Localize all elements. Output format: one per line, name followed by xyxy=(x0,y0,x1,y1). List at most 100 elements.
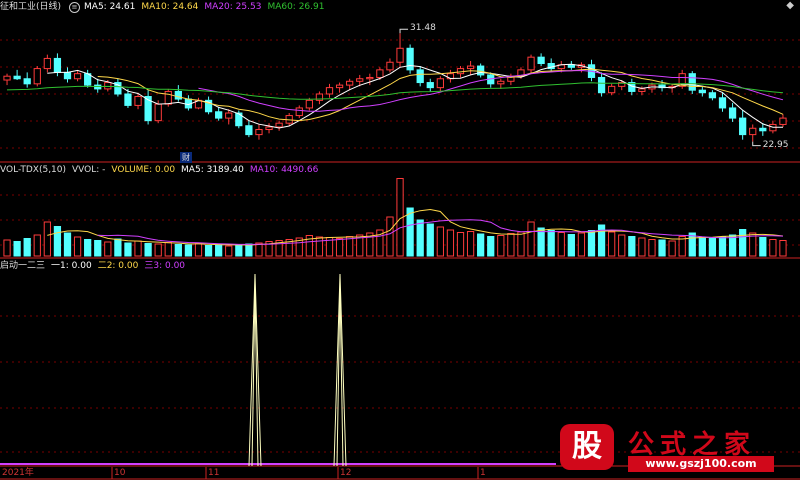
volume-bar xyxy=(134,240,142,257)
candle-body xyxy=(406,47,414,71)
candle-body xyxy=(456,68,465,75)
low-marker xyxy=(752,141,761,147)
volume-bar xyxy=(759,237,767,257)
volume-bar xyxy=(335,238,344,257)
candle-body xyxy=(567,64,575,68)
indicator-one: 一1: 0.00 xyxy=(51,261,92,271)
volume-header: VOL-TDX(5,10) VVOL: - VOLUME: 0.00 MA5: 318… xyxy=(0,163,324,177)
volume-bar xyxy=(436,226,444,257)
candle-body xyxy=(164,90,172,105)
volume-bar xyxy=(668,240,676,257)
indicator-two: 二2: 0.00 xyxy=(97,261,139,271)
diamond-icon[interactable]: ◆ xyxy=(786,0,794,11)
high-marker xyxy=(399,28,409,34)
volume-bar xyxy=(245,243,253,257)
volume-bar xyxy=(698,236,706,257)
candle-body xyxy=(728,107,737,119)
volume-bar xyxy=(204,245,213,257)
vol-ma5-label: MA5: 3189.40 xyxy=(181,165,244,175)
candle-body xyxy=(376,69,384,78)
indicator-three: 三3: 0.00 xyxy=(144,261,186,271)
indicator-header: 启动一二三 一1: 0.00 二2: 0.00 三3: 0.00 xyxy=(0,259,191,273)
volume-bar xyxy=(708,238,717,257)
volume-bar xyxy=(547,230,555,257)
date-tick: 1 xyxy=(480,468,486,478)
candle-body xyxy=(537,56,545,65)
candle-body xyxy=(597,76,606,94)
volume-bar xyxy=(184,244,193,257)
candle-body xyxy=(154,103,162,122)
candle-body xyxy=(104,82,112,90)
volume-bar xyxy=(718,236,727,257)
date-tick: 11 xyxy=(208,468,220,478)
indicator-spike-inner xyxy=(336,287,344,467)
candle-body xyxy=(477,65,485,76)
candle-body xyxy=(708,92,717,99)
ma60-label: MA60: 26.91 xyxy=(267,2,325,12)
volume-bar xyxy=(114,238,122,257)
candle-body xyxy=(215,111,223,119)
candle-body xyxy=(335,84,344,89)
candle-body xyxy=(466,65,475,70)
candle-body xyxy=(43,57,51,70)
candle-body xyxy=(366,76,374,80)
volume-bar xyxy=(487,236,495,257)
volume-bar xyxy=(456,232,465,257)
candle-body xyxy=(275,122,283,128)
watermark-logo: 股 xyxy=(560,424,614,470)
ma10-label: MA10: 24.64 xyxy=(141,2,199,12)
vol-name: VOL-TDX(5,10) xyxy=(0,165,67,175)
volume-bar xyxy=(466,231,475,257)
candle-body xyxy=(527,56,535,71)
ma5-label: MA5: 24.61 xyxy=(84,2,136,12)
volume-bar xyxy=(94,240,102,257)
volume-bar xyxy=(628,236,636,257)
volume-bar xyxy=(416,219,424,257)
volume-bar xyxy=(53,226,62,257)
volume-bar xyxy=(769,239,777,257)
volume-bar xyxy=(154,243,162,257)
stock-chart xyxy=(0,28,800,480)
candle-body xyxy=(386,61,394,71)
candle-body xyxy=(497,80,505,85)
volume-bar xyxy=(194,243,203,257)
volume-bar xyxy=(144,243,152,257)
candle-body xyxy=(325,87,334,95)
volume-bar xyxy=(174,244,182,257)
watermark-url: www.gszj100.com xyxy=(628,456,774,472)
candle-body xyxy=(739,117,747,136)
candle-body xyxy=(356,78,364,82)
candle-body xyxy=(698,89,706,94)
ma20-label: MA20: 25.53 xyxy=(204,2,262,12)
indicator-spike-inner xyxy=(251,287,259,467)
volume-bar xyxy=(567,234,575,257)
volume-bar xyxy=(164,242,172,257)
candle-body xyxy=(295,107,303,117)
candle-body xyxy=(305,99,313,109)
volume-bar xyxy=(386,216,394,257)
volume-bar xyxy=(215,244,223,257)
list-icon[interactable]: ≡ xyxy=(69,2,81,13)
candle-body xyxy=(53,57,62,73)
candle-body xyxy=(638,88,646,92)
candle-body xyxy=(265,126,273,131)
candle-body xyxy=(33,68,41,85)
volume-bar xyxy=(477,233,485,257)
candle-body xyxy=(759,127,767,132)
finance-badge[interactable]: 财 xyxy=(180,152,192,163)
volume-bar xyxy=(658,239,666,257)
volume-bar xyxy=(406,207,414,257)
date-tick: 10 xyxy=(114,468,126,478)
candle-body xyxy=(174,90,182,100)
candle-body xyxy=(718,97,727,109)
volume-bar xyxy=(225,245,233,257)
vol-ma10-label: MA10: 4490.66 xyxy=(249,165,319,175)
volume-bar xyxy=(779,240,787,257)
volume-bar xyxy=(3,239,11,257)
candle-body xyxy=(426,82,434,89)
candle-body xyxy=(416,69,424,84)
volume-label: VOLUME: 0.00 xyxy=(111,165,176,175)
date-tick: 2021年 xyxy=(2,468,34,478)
vvol-label: VVOL: - xyxy=(72,165,106,175)
candle-body xyxy=(436,78,444,89)
